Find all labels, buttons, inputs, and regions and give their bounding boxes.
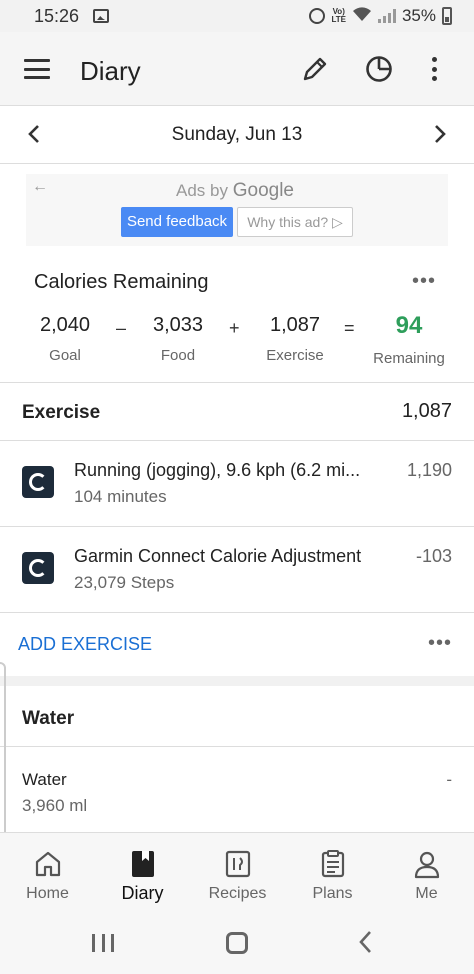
calories-equation[interactable]: 2,040 Goal – 3,033 Food + 1,087 Exercise…: [0, 312, 474, 374]
exercise-section-header: Exercise 1,087: [0, 384, 474, 442]
calories-remaining-title: Calories Remaining: [34, 271, 209, 293]
nav-label: Me: [415, 885, 438, 902]
goal-item: 2,040 Goal: [36, 314, 94, 364]
remaining-label: Remaining: [373, 350, 445, 367]
garmin-connect-icon: [22, 466, 54, 498]
page-title: Diary: [80, 56, 141, 86]
nav-label: Recipes: [208, 885, 267, 902]
bottom-navigation: Home Diary Recipes Plans Me: [0, 832, 474, 910]
nav-label: Plans: [312, 885, 353, 902]
send-feedback-button[interactable]: Send feedback: [121, 207, 233, 237]
current-date[interactable]: Sunday, Jun 13: [0, 124, 474, 146]
ads-by-text: Ads by: [176, 181, 228, 200]
water-section-header: Water: [0, 690, 474, 748]
back-button[interactable]: [358, 930, 372, 961]
status-time: 15:26: [34, 5, 80, 26]
ad-banner: ← Ads by Google Send feedback Why this a…: [26, 174, 448, 246]
entry-calories: -103: [415, 546, 452, 566]
menu-icon[interactable]: [24, 59, 50, 79]
exercise-entry-running[interactable]: Running (jogging), 9.6 kph (6.2 mi... 10…: [0, 440, 474, 526]
next-day-button[interactable]: [434, 124, 446, 150]
more-options-icon[interactable]: [426, 54, 442, 84]
remaining-value: 94: [395, 312, 423, 339]
divider: [0, 612, 474, 613]
calories-more-icon[interactable]: •••: [412, 270, 436, 293]
diary-content: Sunday, Jun 13 ← Ads by Google Send feed…: [0, 106, 474, 832]
signal-icon: [377, 9, 396, 23]
person-icon: [412, 849, 442, 879]
nav-diary[interactable]: Diary: [95, 833, 190, 911]
nav-label: Diary: [121, 883, 164, 903]
garmin-connect-icon: [22, 552, 54, 584]
entry-detail: 23,079 Steps: [74, 573, 175, 592]
app-bar: Diary: [0, 32, 474, 106]
nav-label: Home: [26, 885, 69, 902]
date-navigation: Sunday, Jun 13: [0, 106, 474, 164]
status-left: 15:26: [34, 5, 110, 27]
water-entry-amount: 3,960 ml: [22, 796, 88, 815]
add-exercise-button[interactable]: ADD EXERCISE: [18, 634, 152, 655]
ad-back-icon[interactable]: ←: [32, 178, 48, 196]
goal-value: 2,040: [39, 314, 91, 336]
exercise-value: 1,087: [269, 314, 321, 336]
water-entry-name[interactable]: Water: [22, 770, 67, 790]
plans-icon: [318, 849, 348, 879]
exercise-title: Exercise: [22, 402, 101, 423]
nav-home[interactable]: Home: [0, 833, 95, 911]
alarm-icon: [309, 8, 326, 24]
divider: [0, 382, 474, 383]
equals-operator: =: [344, 318, 355, 338]
pie-chart-icon[interactable]: [364, 54, 394, 84]
edge-panel-handle[interactable]: [0, 662, 6, 832]
home-icon: [33, 849, 63, 879]
exercise-total: 1,087: [401, 400, 452, 422]
exercise-label: Exercise: [266, 347, 324, 364]
plus-operator: +: [229, 318, 240, 338]
food-label: Food: [160, 347, 196, 364]
battery-icon: [442, 7, 452, 25]
nav-plans[interactable]: Plans: [285, 833, 380, 911]
wifi-icon: [352, 6, 372, 27]
nav-recipes[interactable]: Recipes: [190, 833, 285, 911]
google-text: Google: [232, 180, 294, 201]
lte-icon: Vo) LTE: [331, 7, 346, 24]
recipes-icon: [223, 849, 253, 879]
food-value: 3,033: [152, 314, 204, 336]
nav-me[interactable]: Me: [379, 833, 474, 911]
why-this-ad-button[interactable]: Why this ad? ▷: [237, 207, 353, 237]
recent-apps-button[interactable]: [92, 934, 114, 952]
section-gap: [0, 676, 474, 686]
status-bar: 15:26 Vo) LTE 35%: [0, 0, 474, 32]
exercise-item: 1,087 Exercise: [260, 314, 330, 364]
remaining-item: 94 Remaining: [368, 312, 450, 367]
water-entry-calories: -: [446, 770, 452, 789]
entry-calories: 1,190: [406, 460, 452, 480]
ads-by-google-label: Ads by Google: [176, 180, 294, 202]
battery-percent: 35%: [401, 6, 436, 25]
system-navigation-bar: [0, 910, 474, 974]
gallery-icon: [93, 9, 110, 23]
exercise-more-icon[interactable]: •••: [428, 632, 452, 655]
entry-name: Running (jogging), 9.6 kph (6.2 mi...: [74, 460, 361, 480]
goal-label: Goal: [49, 347, 81, 364]
divider: [0, 746, 474, 747]
pencil-icon[interactable]: [300, 54, 330, 84]
exercise-entry-garmin-adjustment[interactable]: Garmin Connect Calorie Adjustment 23,079…: [0, 526, 474, 612]
status-right: Vo) LTE 35%: [309, 6, 452, 27]
water-title: Water: [22, 708, 75, 729]
entry-detail: 104 minutes: [74, 487, 167, 506]
entry-name: Garmin Connect Calorie Adjustment: [74, 546, 362, 566]
home-button[interactable]: [226, 932, 248, 954]
food-item: 3,033 Food: [146, 314, 210, 364]
minus-operator: –: [116, 318, 127, 338]
diary-icon: [128, 849, 158, 879]
